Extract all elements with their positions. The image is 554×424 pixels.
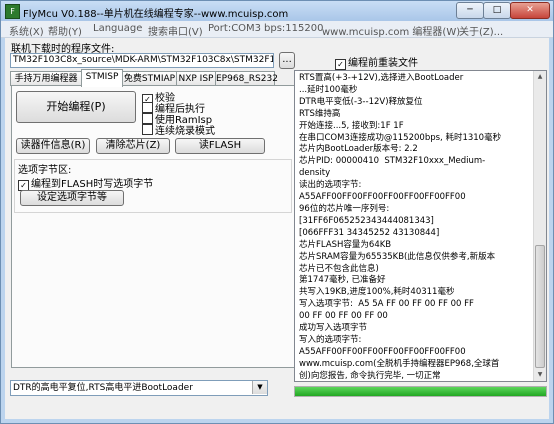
window-title: FlyMcu V0.188--单片机在线编程专家--www.mcuisp.com	[23, 9, 289, 20]
chevron-down-icon[interactable]: ▼	[252, 381, 267, 394]
output-log[interactable]: RTS置高(+3-+12V),选择进入BootLoader ...延时100毫秒 D…	[294, 70, 547, 382]
read-flash-button[interactable]: 读FLASH	[175, 138, 265, 154]
log-line: ...延时100毫秒	[299, 84, 358, 95]
progress-bar-fill	[295, 387, 546, 396]
log-line: 成功写入选项字节	[299, 323, 368, 334]
progress-bar	[294, 386, 547, 397]
log-line: 读出的选项字节:	[299, 180, 362, 191]
tab-stmisp[interactable]: STMISP	[81, 69, 123, 87]
log-line: 在串口COM3连接成功@115200bps, 耗时1310毫秒	[299, 132, 502, 143]
log-line: 芯片内BootLoader版本号: 2.2	[299, 144, 418, 155]
log-text: RTS置高(+3-+12V),选择进入BootLoader ...延时100毫秒 D…	[299, 73, 533, 383]
menu-system[interactable]: 系统(X)	[9, 23, 44, 38]
app-window: F FlyMcu V0.188--单片机在线编程专家--www.mcuisp.c…	[0, 0, 554, 424]
log-line: www.mcuisp.com(全脱机手持编程器EP968,全球首	[299, 358, 500, 369]
close-button[interactable]: ✕	[510, 2, 550, 19]
option-bytes-label: 选项字节区:	[18, 165, 72, 176]
scrollbar-thumb[interactable]	[535, 245, 545, 368]
write-option-bytes-label: 编程到FLASH时写选项字节	[31, 179, 154, 190]
log-scrollbar[interactable]: ▲ ▼	[533, 71, 546, 381]
tab-handheld-programmer[interactable]: 手持万用编程器	[10, 71, 82, 86]
tab-free-stmiap[interactable]: 免费STMIAP	[122, 71, 177, 86]
log-line: 写入的选项字节:	[299, 334, 362, 345]
menu-help[interactable]: 帮助(Y)	[48, 23, 82, 38]
menu-search-port[interactable]: 搜索串口(V)	[148, 23, 203, 38]
title-bar[interactable]: F FlyMcu V0.188--单片机在线编程专家--www.mcuisp.c…	[1, 1, 553, 21]
checkbox-check-icon: ✓	[335, 59, 346, 70]
log-line: 芯片已不包含此信息)	[299, 263, 379, 274]
log-line: A55AFF00FF00FF00FF00FF00FF00FF00	[299, 192, 466, 203]
scroll-down-icon[interactable]: ▼	[534, 369, 546, 381]
log-line: 芯片PID: 00000410 STM32F10xxx_Medium-	[299, 156, 486, 167]
log-line: 创)向您报告, 命令执行完毕, 一切正常	[299, 370, 441, 381]
log-line: 芯片SRAM容量为65535KB(此信息仅供参考,新版本	[299, 251, 496, 262]
reload-before-program-checkbox[interactable]: ✓ 编程前重装文件	[335, 54, 418, 70]
log-line: RTS维持高	[299, 108, 341, 119]
log-line: [066FFF31 34345252 43130844]	[299, 227, 440, 238]
checkbox-box	[142, 124, 153, 135]
log-line: 芯片FLASH容量为64KB	[299, 239, 392, 250]
log-line: 96位的芯片唯一序列号:	[299, 203, 390, 214]
log-line: DTR电平变低(-3--12V)释放复位	[299, 96, 423, 107]
continuous-burn-label: 连续烧录模式	[155, 126, 215, 137]
tab-nxp-isp[interactable]: NXP ISP	[176, 71, 216, 86]
scroll-up-icon[interactable]: ▲	[534, 71, 546, 83]
clear-chip-button[interactable]: 清除芯片(Z)	[96, 138, 170, 154]
log-line: 开始连接...5, 接收到:1F 1F	[299, 120, 404, 131]
start-programming-button[interactable]: 开始编程(P)	[16, 91, 136, 123]
browse-file-button[interactable]: ...	[279, 52, 295, 69]
menu-programmer[interactable]: www.mcuisp.com 编程器(W)	[322, 23, 460, 38]
tab-ep968-rs232[interactable]: EP968_RS232	[215, 71, 278, 86]
log-line: A55AFF00FF00FF00FF00FF00FF00FF00	[299, 346, 466, 357]
minimize-button[interactable]: ─	[456, 2, 484, 19]
stmisp-panel: 开始编程(P) ✓ 校验 编程后执行 使用RamIsp 连续烧录模式 读器件信息(…	[11, 85, 295, 368]
log-line: 写入选项字节: A5 5A FF 00 FF 00 FF 00 FF	[299, 299, 474, 310]
read-device-info-button[interactable]: 读器件信息(R)	[16, 138, 90, 154]
menu-port[interactable]: Port:COM3	[208, 23, 261, 34]
log-line: 共写入19KB,进度100%,耗时40311毫秒	[299, 287, 455, 298]
menu-language[interactable]: Language	[93, 23, 142, 34]
maximize-button[interactable]: □	[483, 2, 511, 19]
app-icon: F	[5, 4, 20, 19]
main-client-area: 联机下载时的程序文件: TM32F103C8x_source\MDK-ARM\S…	[5, 38, 549, 419]
reload-before-program-label: 编程前重装文件	[348, 58, 418, 69]
log-line: RTS置高(+3-+12V),选择进入BootLoader	[299, 73, 464, 83]
hex-file-path-input[interactable]: TM32F103C8x_source\MDK-ARM\STM32F103C8x\…	[10, 53, 274, 68]
set-option-bytes-button[interactable]: 设定选项字节等	[20, 190, 124, 206]
write-option-bytes-checkbox[interactable]: ✓ 编程到FLASH时写选项字节	[18, 175, 153, 191]
continuous-burn-checkbox[interactable]: 连续烧录模式	[142, 122, 215, 137]
log-line: 第1747毫秒, 已准备好	[299, 275, 386, 286]
menu-about[interactable]: 关于(Z)...	[459, 23, 503, 38]
log-line: 00 FF 00 FF 00 FF 00	[299, 311, 388, 322]
log-line: density	[299, 168, 331, 179]
reset-mode-value: DTR的高电平复位,RTS高电平进BootLoader	[13, 383, 193, 393]
menu-bps[interactable]: bps:115200	[264, 23, 323, 34]
menu-bar: 系统(X) 帮助(Y) Language 搜索串口(V) Port:COM3 b…	[1, 21, 553, 38]
reset-mode-select[interactable]: DTR的高电平复位,RTS高电平进BootLoader ▼	[10, 380, 268, 396]
log-line: [31FF6F065252343444081343]	[299, 215, 434, 226]
